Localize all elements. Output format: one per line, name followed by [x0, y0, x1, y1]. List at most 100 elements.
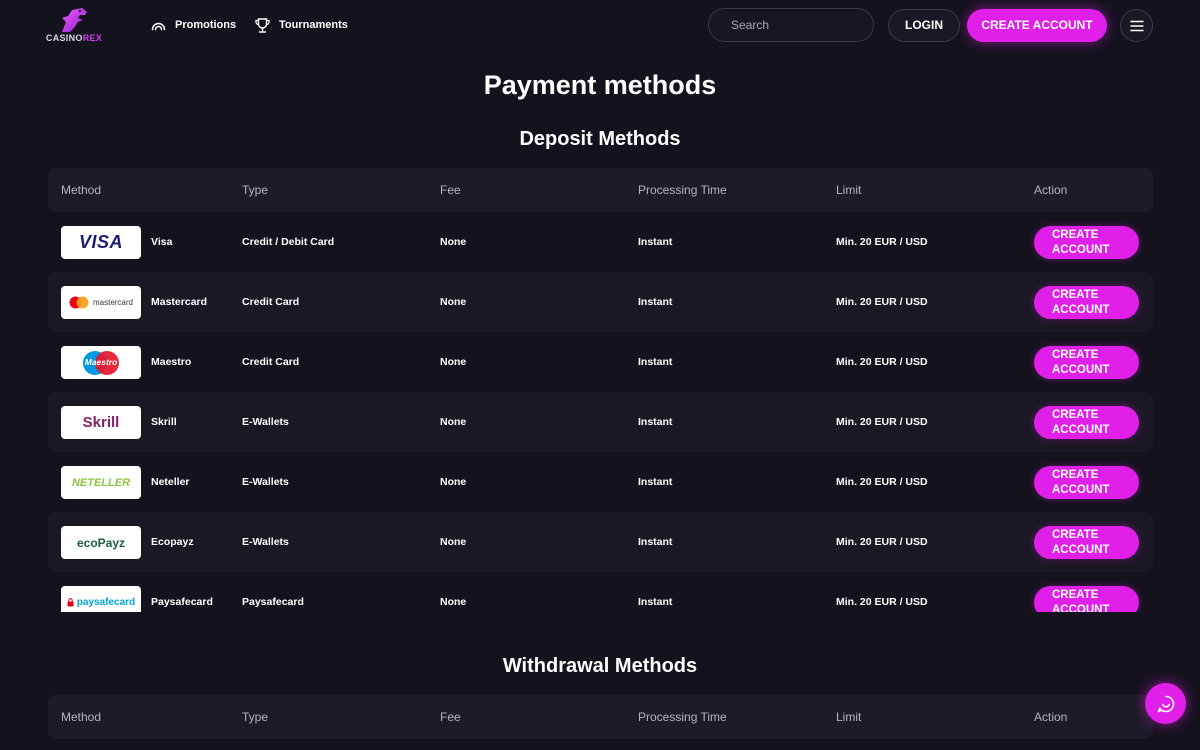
- row-create-account-button[interactable]: CREATE ACCOUNT: [1034, 226, 1139, 259]
- lock-icon: [67, 598, 74, 607]
- maestro-logo: Maestro: [61, 346, 141, 379]
- deposit-table-header: Method Type Fee Processing Time Limit Ac…: [48, 168, 1153, 212]
- withdrawal-table-header: Method Type Fee Processing Time Limit Ac…: [48, 695, 1153, 739]
- create-account-button[interactable]: CREATE ACCOUNT: [967, 9, 1107, 42]
- method-name: Maestro: [151, 356, 192, 368]
- neteller-logo-text: NETELLER: [71, 476, 131, 489]
- row-create-account-button[interactable]: CREATE ACCOUNT: [1034, 526, 1139, 559]
- method-type: E-Wallets: [242, 476, 289, 488]
- menu-button[interactable]: [1120, 9, 1153, 42]
- withdrawal-table: Method Type Fee Processing Time Limit Ac…: [48, 695, 1153, 739]
- method-name: Visa: [151, 236, 173, 248]
- visa-logo: VISA: [61, 226, 141, 259]
- method-type: Credit Card: [242, 356, 300, 368]
- method-limit: Min. 20 EUR / USD: [836, 476, 928, 488]
- deposit-section-title: Deposit Methods: [519, 128, 681, 150]
- column-header-action: Action: [1034, 710, 1068, 724]
- mastercard-circles-icon: [69, 296, 89, 309]
- row-create-account-button[interactable]: CREATE ACCOUNT: [1034, 406, 1139, 439]
- column-header-fee: Fee: [440, 710, 461, 724]
- method-fee: None: [440, 536, 467, 548]
- table-row: ecoPayz Ecopayz E-Wallets None Instant M…: [48, 512, 1153, 572]
- logo-text: CASINOREX: [45, 33, 103, 43]
- column-header-limit: Limit: [836, 710, 862, 724]
- mastercard-logo-text: mastercard: [92, 298, 133, 307]
- method-fee: None: [440, 356, 467, 368]
- skrill-logo: Skrill: [61, 406, 141, 439]
- nav-tournaments[interactable]: Tournaments: [254, 14, 348, 36]
- gauge-icon: [151, 22, 166, 30]
- ecopayz-logo-text: ecoPayz: [76, 535, 126, 550]
- table-row: Skrill Skrill E-Wallets None Instant Min…: [48, 392, 1153, 452]
- search-input[interactable]: [731, 18, 886, 32]
- method-processing-time: Instant: [638, 296, 673, 308]
- method-type: Credit / Debit Card: [242, 236, 335, 248]
- method-processing-time: Instant: [638, 536, 673, 548]
- nav-promotions[interactable]: Promotions: [150, 14, 236, 36]
- paysafecard-logo-text: paysafecard: [76, 597, 136, 608]
- method-name: Mastercard: [151, 296, 208, 308]
- column-header-action: Action: [1034, 183, 1068, 197]
- method-name: Skrill: [151, 416, 177, 428]
- method-processing-time: Instant: [638, 476, 673, 488]
- table-row: Maestro Maestro Credit Card None Instant…: [48, 332, 1153, 392]
- nav-tournaments-label: Tournaments: [279, 19, 348, 31]
- page-title: Payment methods: [483, 70, 717, 100]
- column-header-fee: Fee: [440, 183, 461, 197]
- column-header-processing-time: Processing Time: [638, 183, 727, 197]
- mastercard-logo: mastercard: [61, 286, 141, 319]
- method-fee: None: [440, 476, 467, 488]
- method-fee: None: [440, 596, 467, 608]
- method-limit: Min. 20 EUR / USD: [836, 236, 928, 248]
- neteller-logo: NETELLER: [61, 466, 141, 499]
- method-type: Credit Card: [242, 296, 300, 308]
- method-limit: Min. 20 EUR / USD: [836, 356, 928, 368]
- table-row: NETELLER Neteller E-Wallets None Instant…: [48, 452, 1153, 512]
- method-limit: Min. 20 EUR / USD: [836, 596, 928, 608]
- method-name: Neteller: [151, 476, 190, 488]
- top-header: CASINOREX Promotions Tournaments LOGIN C…: [0, 0, 1200, 50]
- nav-promotions-label: Promotions: [175, 19, 237, 31]
- method-type: E-Wallets: [242, 416, 289, 428]
- method-fee: None: [440, 416, 467, 428]
- column-header-type: Type: [242, 710, 269, 724]
- method-fee: None: [440, 236, 467, 248]
- table-row: mastercard Mastercard Credit Card None I…: [48, 272, 1153, 332]
- column-header-processing-time: Processing Time: [638, 710, 727, 724]
- column-header-type: Type: [242, 183, 269, 197]
- row-create-account-button[interactable]: CREATE ACCOUNT: [1034, 586, 1139, 612]
- row-create-account-button[interactable]: CREATE ACCOUNT: [1034, 346, 1139, 379]
- method-processing-time: Instant: [638, 356, 673, 368]
- column-header-method: Method: [61, 710, 102, 724]
- login-button[interactable]: LOGIN: [888, 9, 960, 42]
- table-row: paysafecard Paysafecard Paysafecard None…: [48, 572, 1153, 612]
- dinosaur-logo-icon: [62, 8, 87, 32]
- chat-icon: [1157, 695, 1174, 712]
- hamburger-icon: [1129, 20, 1144, 31]
- deposit-table: Method Type Fee Processing Time Limit Ac…: [48, 168, 1153, 612]
- trophy-icon: [255, 17, 270, 33]
- method-processing-time: Instant: [638, 416, 673, 428]
- column-header-method: Method: [61, 183, 102, 197]
- paysafecard-logo: paysafecard: [61, 586, 141, 612]
- method-type: E-Wallets: [242, 536, 289, 548]
- casinorex-logo[interactable]: CASINOREX: [44, 6, 104, 44]
- chat-button[interactable]: [1145, 683, 1186, 724]
- maestro-circles-icon: Maestro: [83, 350, 119, 375]
- visa-logo-text: VISA: [78, 232, 123, 252]
- ecopayz-logo: ecoPayz: [61, 526, 141, 559]
- method-limit: Min. 20 EUR / USD: [836, 536, 928, 548]
- row-create-account-button[interactable]: CREATE ACCOUNT: [1034, 466, 1139, 499]
- method-processing-time: Instant: [638, 596, 673, 608]
- withdrawal-section-title: Withdrawal Methods: [502, 655, 698, 677]
- skrill-logo-text: Skrill: [82, 414, 120, 431]
- row-create-account-button[interactable]: CREATE ACCOUNT: [1034, 286, 1139, 319]
- method-name: Ecopayz: [151, 536, 194, 548]
- method-limit: Min. 20 EUR / USD: [836, 296, 928, 308]
- method-limit: Min. 20 EUR / USD: [836, 416, 928, 428]
- search-box[interactable]: [708, 8, 886, 42]
- method-processing-time: Instant: [638, 236, 673, 248]
- maestro-logo-text: Maestro: [84, 356, 118, 367]
- column-header-limit: Limit: [836, 183, 862, 197]
- method-fee: None: [440, 296, 467, 308]
